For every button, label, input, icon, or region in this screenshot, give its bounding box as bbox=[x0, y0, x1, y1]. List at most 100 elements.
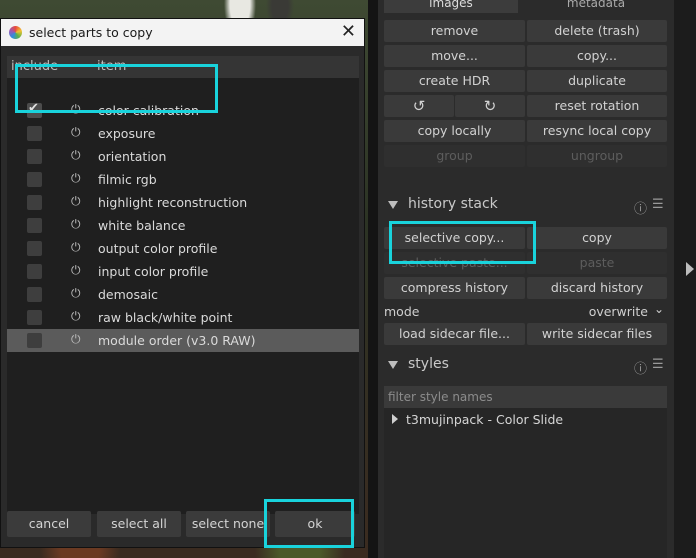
copy-files-button[interactable]: copy... bbox=[527, 45, 667, 67]
list-item[interactable]: ⏻ color calibration bbox=[7, 99, 359, 122]
remove-button[interactable]: remove bbox=[384, 20, 525, 42]
module-name: input color profile bbox=[98, 264, 209, 279]
info-icon[interactable]: ⓘ bbox=[634, 358, 647, 377]
history-copy-button[interactable]: copy bbox=[527, 227, 667, 249]
load-sidecar-button[interactable]: load sidecar file... bbox=[384, 323, 525, 345]
dialog-titlebar[interactable]: select parts to copy ✕ bbox=[1, 19, 364, 46]
select-none-button[interactable]: select none bbox=[186, 511, 270, 537]
duplicate-button[interactable]: duplicate bbox=[527, 70, 667, 92]
module-name: module order (v3.0 RAW) bbox=[98, 333, 256, 348]
hamburger-icon[interactable]: ☰ bbox=[652, 357, 664, 372]
include-checkbox[interactable] bbox=[27, 333, 42, 348]
reset-rotation-button[interactable]: reset rotation bbox=[527, 95, 667, 117]
rotate-left-button[interactable]: ↺ bbox=[384, 95, 454, 117]
select-all-button[interactable]: select all bbox=[97, 511, 181, 537]
include-checkbox[interactable] bbox=[27, 287, 42, 302]
list-header: include item bbox=[7, 56, 359, 78]
module-list: include item ⏻ color calibration ⏻ expos… bbox=[7, 56, 359, 514]
power-icon: ⏻ bbox=[71, 309, 81, 323]
tab-metadata[interactable]: metadata bbox=[526, 0, 666, 13]
copy-locally-button[interactable]: copy locally bbox=[384, 120, 525, 142]
style-item[interactable]: t3mujinpack - Color Slide bbox=[392, 412, 563, 427]
module-name: exposure bbox=[98, 126, 156, 141]
hamburger-icon[interactable]: ☰ bbox=[652, 197, 664, 212]
compress-history-button[interactable]: compress history bbox=[384, 277, 525, 299]
collapse-triangle-icon bbox=[388, 201, 398, 209]
selective-copy-button[interactable]: selective copy... bbox=[384, 227, 525, 249]
list-item[interactable]: ⏻ white balance bbox=[7, 214, 359, 237]
column-include[interactable]: include bbox=[11, 59, 58, 74]
chevron-down-icon[interactable]: ⌄ bbox=[654, 302, 664, 316]
include-checkbox[interactable] bbox=[27, 172, 42, 187]
power-icon: ⏻ bbox=[71, 332, 81, 346]
style-filter-input[interactable] bbox=[384, 386, 667, 408]
history-stack-title: history stack bbox=[408, 196, 498, 212]
include-checkbox[interactable] bbox=[27, 264, 42, 279]
module-name: white balance bbox=[98, 218, 186, 233]
include-checkbox[interactable] bbox=[27, 241, 42, 256]
power-icon: ⏻ bbox=[71, 286, 81, 300]
panel-separator bbox=[368, 0, 378, 558]
module-name: color calibration bbox=[98, 103, 199, 118]
list-item[interactable]: ⏻ filmic rgb bbox=[7, 168, 359, 191]
power-icon: ⏻ bbox=[71, 125, 81, 139]
discard-history-button[interactable]: discard history bbox=[527, 277, 667, 299]
paste-button[interactable]: paste bbox=[527, 252, 667, 274]
list-item[interactable]: ⏻ orientation bbox=[7, 145, 359, 168]
module-name: orientation bbox=[98, 149, 167, 164]
module-name: filmic rgb bbox=[98, 172, 157, 187]
list-item[interactable]: ⏻ input color profile bbox=[7, 260, 359, 283]
include-checkbox[interactable] bbox=[27, 101, 42, 118]
list-item[interactable]: ⏻ demosaic bbox=[7, 283, 359, 306]
styles-header[interactable]: styles bbox=[384, 356, 667, 378]
write-sidecar-button[interactable]: write sidecar files bbox=[527, 323, 667, 345]
resync-local-copy-button[interactable]: resync local copy bbox=[527, 120, 667, 142]
select-parts-dialog: select parts to copy ✕ include item ⏻ co… bbox=[0, 18, 365, 548]
collapse-triangle-icon bbox=[388, 361, 398, 369]
rotate-right-icon: ↻ bbox=[483, 97, 497, 115]
tab-images[interactable]: images bbox=[384, 0, 518, 13]
power-icon: ⏻ bbox=[71, 102, 81, 116]
list-item[interactable]: ⏻ raw black/white point bbox=[7, 306, 359, 329]
module-name: raw black/white point bbox=[98, 310, 233, 325]
module-name: demosaic bbox=[98, 287, 158, 302]
power-icon: ⏻ bbox=[71, 240, 81, 254]
list-item[interactable]: ⏻ module order (v3.0 RAW) bbox=[7, 329, 359, 352]
include-checkbox[interactable] bbox=[27, 126, 42, 141]
right-panel: images metadata remove delete (trash) mo… bbox=[378, 0, 674, 558]
rotate-left-icon: ↺ bbox=[412, 97, 426, 115]
style-item-label: t3mujinpack - Color Slide bbox=[406, 412, 564, 427]
include-checkbox[interactable] bbox=[27, 195, 42, 210]
expand-right-icon[interactable] bbox=[686, 262, 694, 276]
move-button[interactable]: move... bbox=[384, 45, 525, 67]
cancel-button[interactable]: cancel bbox=[7, 511, 91, 537]
mode-label: mode bbox=[384, 304, 420, 319]
power-icon: ⏻ bbox=[71, 148, 81, 162]
power-icon: ⏻ bbox=[71, 263, 81, 277]
column-item[interactable]: item bbox=[97, 59, 126, 74]
list-item[interactable]: ⏻ highlight reconstruction bbox=[7, 191, 359, 214]
styles-title: styles bbox=[408, 356, 449, 372]
module-name: output color profile bbox=[98, 241, 218, 256]
list-item[interactable]: ⏻ output color profile bbox=[7, 237, 359, 260]
delete-trash-button[interactable]: delete (trash) bbox=[527, 20, 667, 42]
include-checkbox[interactable] bbox=[27, 149, 42, 164]
ungroup-button[interactable]: ungroup bbox=[527, 145, 667, 167]
history-stack-header[interactable]: history stack bbox=[384, 196, 667, 218]
selective-paste-button[interactable]: selective paste... bbox=[384, 252, 525, 274]
create-hdr-button[interactable]: create HDR bbox=[384, 70, 525, 92]
info-icon[interactable]: ⓘ bbox=[634, 198, 647, 217]
close-icon[interactable]: ✕ bbox=[341, 21, 356, 42]
module-name: highlight reconstruction bbox=[98, 195, 248, 210]
rotate-right-button[interactable]: ↻ bbox=[455, 95, 525, 117]
expand-triangle-icon bbox=[392, 414, 398, 424]
include-checkbox[interactable] bbox=[27, 310, 42, 325]
power-icon: ⏻ bbox=[71, 171, 81, 185]
ok-button[interactable]: ok bbox=[275, 511, 355, 537]
list-item[interactable]: ⏻ exposure bbox=[7, 122, 359, 145]
include-checkbox[interactable] bbox=[27, 218, 42, 233]
group-button[interactable]: group bbox=[384, 145, 525, 167]
dialog-title: select parts to copy bbox=[29, 25, 153, 40]
styles-list: t3mujinpack - Color Slide bbox=[384, 408, 667, 558]
mode-select[interactable]: overwrite bbox=[589, 304, 648, 319]
